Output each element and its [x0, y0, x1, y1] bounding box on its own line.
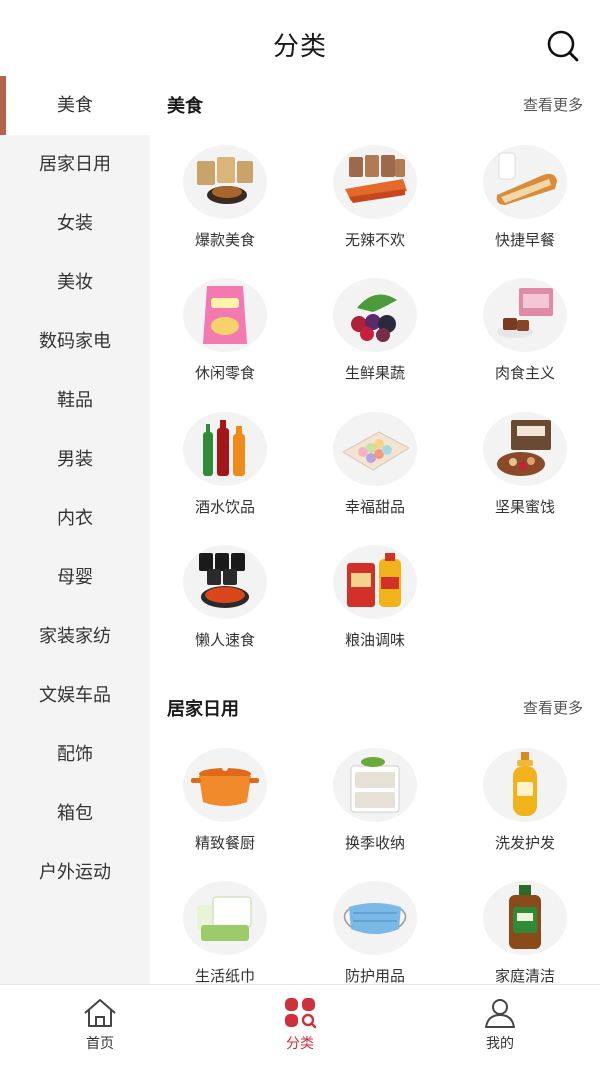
sidebar-item-mother-baby[interactable]: 母婴 [0, 548, 150, 607]
category-item[interactable]: 生活纸巾 [150, 881, 300, 984]
category-label: 换季收纳 [344, 834, 405, 852]
category-content: 美食 查看更多 爆款美食 无辣不欢 快捷早餐 休闲零食 生鲜果蔬 肉食主义 酒水… [150, 76, 600, 984]
category-item[interactable]: 爆款美食 [150, 145, 300, 275]
sidebar-item-womens-clothing[interactable]: 女装 [0, 194, 150, 253]
bottom-tab-bar: 首页 分类 我的 [0, 984, 600, 1067]
sidebar-item-shoes[interactable]: 鞋品 [0, 371, 150, 430]
category-label: 肉食主义 [494, 364, 555, 382]
disinfectant-bottle-icon [509, 885, 541, 949]
tissue-pack-icon [197, 896, 252, 941]
shampoo-bottle-icon [513, 752, 537, 816]
top-header: 分类 [0, 0, 600, 86]
category-item[interactable]: 防护用品 [300, 881, 450, 984]
category-label: 坚果蜜饯 [494, 498, 555, 516]
sidebar-item-beauty[interactable]: 美妆 [0, 253, 150, 312]
category-item[interactable]: 生鲜果蔬 [300, 278, 450, 408]
nuts-box-icon [497, 420, 551, 476]
category-label: 精致餐厨 [194, 834, 255, 852]
tab-mine[interactable]: 我的 [400, 985, 600, 1067]
sidebar-item-home-textile[interactable]: 家装家纺 [0, 607, 150, 666]
category-label: 生活纸巾 [194, 967, 255, 984]
sidebar-item-digital-appliances[interactable]: 数码家电 [0, 312, 150, 371]
category-item[interactable]: 懒人速食 [150, 545, 300, 675]
sidebar-item-food[interactable]: 美食 [0, 76, 150, 135]
tab-label: 首页 [86, 1036, 114, 1052]
berries-icon [351, 294, 397, 342]
snack-bags-icon [197, 157, 253, 204]
category-label: 懒人速食 [194, 631, 255, 649]
category-label: 快捷早餐 [494, 231, 555, 249]
tab-home[interactable]: 首页 [0, 985, 200, 1067]
tab-category[interactable]: 分类 [200, 985, 400, 1067]
category-item[interactable]: 精致餐厨 [150, 748, 300, 878]
category-label: 无辣不欢 [344, 231, 405, 249]
category-item[interactable]: 快捷早餐 [450, 145, 600, 275]
instant-noodles-icon [199, 553, 249, 608]
search-button[interactable] [545, 28, 581, 64]
user-icon [485, 999, 515, 1028]
category-item[interactable]: 幸福甜品 [300, 412, 450, 542]
category-label: 幸福甜品 [344, 498, 405, 516]
category-icon [285, 998, 317, 1029]
category-label: 爆款美食 [194, 231, 255, 249]
face-mask-icon [343, 903, 407, 934]
chips-bag-icon [203, 286, 247, 344]
category-sidebar: 美食 居家日用 女装 美妆 数码家电 鞋品 男装 内衣 母婴 家装家纺 文娱车品… [0, 76, 150, 984]
meat-gift-box-icon [497, 288, 553, 338]
category-item[interactable]: 坚果蜜饯 [450, 412, 600, 542]
tab-label: 我的 [486, 1036, 514, 1052]
category-item[interactable]: 肉食主义 [450, 278, 600, 408]
category-item[interactable]: 休闲零食 [150, 278, 300, 408]
category-label: 粮油调味 [344, 631, 405, 649]
category-item[interactable]: 粮油调味 [300, 545, 450, 675]
category-label: 酒水饮品 [194, 498, 255, 516]
see-more-link[interactable]: 查看更多 [523, 697, 583, 718]
category-label: 防护用品 [344, 967, 405, 984]
rice-oil-icon [347, 553, 401, 607]
storage-drawer-icon [350, 757, 400, 813]
sidebar-item-accessories[interactable]: 配饰 [0, 725, 150, 784]
bread-milk-icon [496, 152, 557, 205]
search-icon [547, 30, 579, 62]
page-title: 分类 [272, 32, 327, 62]
category-label: 洗发护发 [494, 834, 555, 852]
category-label: 生鲜果蔬 [344, 364, 405, 382]
category-label: 休闲零食 [194, 364, 255, 382]
see-more-link[interactable]: 查看更多 [523, 94, 583, 115]
spicy-meat-icon [345, 155, 407, 203]
category-label: 家庭清洁 [494, 967, 555, 984]
bottles-icon [203, 420, 245, 476]
sidebar-item-mens-clothing[interactable]: 男装 [0, 430, 150, 489]
category-item[interactable]: 洗发护发 [450, 748, 600, 878]
macarons-icon [342, 431, 411, 471]
sidebar-item-outdoor-sports[interactable]: 户外运动 [0, 843, 150, 902]
section-title: 美食 [167, 96, 203, 117]
sidebar-item-home-daily[interactable]: 居家日用 [0, 135, 150, 194]
category-item[interactable]: 无辣不欢 [300, 145, 450, 275]
sidebar-item-entertainment-car[interactable]: 文娱车品 [0, 666, 150, 725]
tab-label: 分类 [286, 1036, 314, 1052]
home-icon [84, 999, 116, 1027]
section-title: 居家日用 [167, 699, 239, 720]
category-item[interactable]: 换季收纳 [300, 748, 450, 878]
sidebar-item-bags[interactable]: 箱包 [0, 784, 150, 843]
sidebar-item-underwear[interactable]: 内衣 [0, 489, 150, 548]
category-item[interactable]: 酒水饮品 [150, 412, 300, 542]
category-item[interactable]: 家庭清洁 [450, 881, 600, 984]
cooking-pot-icon [191, 765, 259, 806]
